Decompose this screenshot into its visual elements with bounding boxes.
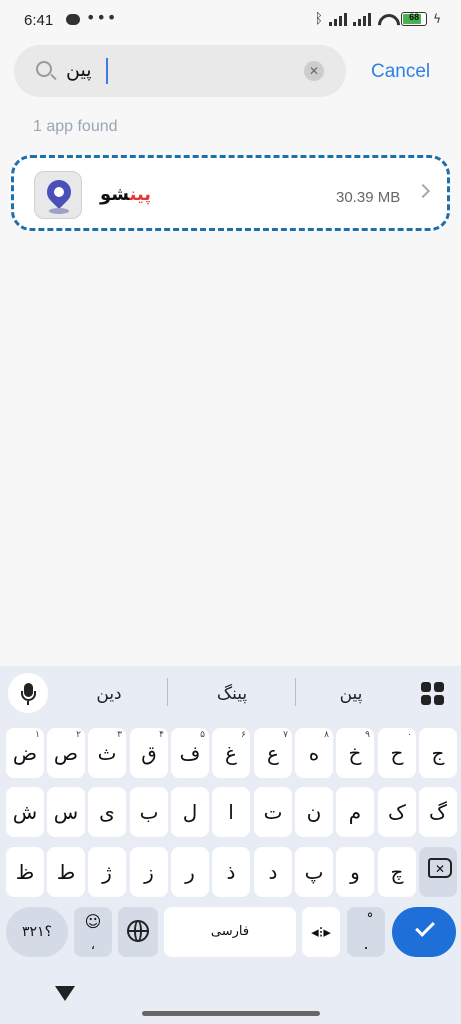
app-size: 30.39 MB <box>336 189 401 206</box>
app-name-highlight: پین <box>129 184 152 205</box>
signal-icon-2 <box>353 12 372 26</box>
battery-level: 68 <box>409 12 420 22</box>
clear-icon[interactable]: ✕ <box>304 61 324 81</box>
key[interactable]: ص۲ <box>47 728 85 778</box>
hide-keyboard-icon[interactable] <box>55 986 75 1001</box>
message-icon <box>66 14 80 25</box>
key[interactable]: ظ <box>6 847 44 897</box>
search-bar[interactable]: پین ✕ <box>14 45 346 97</box>
key[interactable]: م <box>336 787 374 837</box>
key[interactable]: ی <box>88 787 126 837</box>
suggestion-1[interactable]: دین <box>54 684 164 704</box>
key[interactable]: ت <box>254 787 292 837</box>
key[interactable]: ن <box>295 787 333 837</box>
text-cursor <box>106 58 108 84</box>
chevron-right-icon <box>415 183 431 199</box>
key[interactable]: ر <box>171 847 209 897</box>
key[interactable]: ج <box>419 728 457 778</box>
charging-icon: ϟ <box>433 12 441 26</box>
key[interactable]: و <box>336 847 374 897</box>
app-name: پینشو <box>100 184 151 205</box>
app-result-item[interactable]: پینشو 30.39 MB <box>11 155 450 231</box>
enter-button[interactable] <box>392 907 456 957</box>
key[interactable]: ا <box>212 787 250 837</box>
key[interactable]: ل <box>171 787 209 837</box>
backspace-icon <box>428 844 452 894</box>
suggestion-2[interactable]: پینگ <box>177 684 287 704</box>
app-icon <box>34 171 82 219</box>
key[interactable]: ث۳ <box>88 728 126 778</box>
key[interactable]: س <box>47 787 85 837</box>
signal-icon <box>329 12 348 26</box>
bluetooth-icon: ᛒ <box>314 11 324 27</box>
more-notifications-icon: ••• <box>86 8 118 27</box>
globe-icon <box>127 920 149 942</box>
key[interactable]: ژ <box>88 847 126 897</box>
language-key[interactable] <box>118 907 158 957</box>
suggestion-3[interactable]: پین <box>296 684 406 704</box>
key[interactable]: خ۹ <box>336 728 374 778</box>
key[interactable]: ف۵ <box>171 728 209 778</box>
backspace-key[interactable] <box>419 844 457 897</box>
key[interactable]: ض۱ <box>6 728 44 778</box>
battery-icon: 68 <box>401 12 428 26</box>
cancel-button[interactable]: Cancel <box>371 61 430 83</box>
key[interactable]: ط <box>47 847 85 897</box>
keyboard: دین پینگ پین ض۱ ص۲ ث۳ ق۴ ف۵ غ۶ ع۷ ه۸ خ۹ … <box>0 666 461 1024</box>
key[interactable]: ش <box>6 787 44 837</box>
emoji-key[interactable]: ☺ ، <box>74 907 112 957</box>
key[interactable]: ک <box>378 787 416 837</box>
status-time: 6:41 <box>24 12 54 29</box>
period-key[interactable]: ْ. <box>347 907 385 957</box>
key[interactable]: ع۷ <box>254 728 292 778</box>
key[interactable]: ح۰ <box>378 728 416 778</box>
suggestion-bar: دین پینگ پین <box>0 666 461 722</box>
app-name-rest: شو <box>100 184 130 205</box>
key[interactable]: گ <box>419 787 457 837</box>
location-pin-icon <box>42 175 76 209</box>
results-count: 1 app found <box>33 118 118 135</box>
key[interactable]: د <box>254 847 292 897</box>
key[interactable]: ز <box>130 847 168 897</box>
home-indicator[interactable] <box>142 1011 320 1016</box>
key[interactable]: ق۴ <box>130 728 168 778</box>
apps-grid-icon[interactable] <box>421 682 445 706</box>
key[interactable]: ه۸ <box>295 728 333 778</box>
key[interactable]: ذ <box>212 847 250 897</box>
wifi-icon <box>377 12 395 26</box>
space-key[interactable]: فارسی <box>164 907 296 957</box>
key-row-3: ظ ط ژ ز ر ذ د پ و چ <box>0 844 461 897</box>
key[interactable]: پ <box>295 847 333 897</box>
key-row-4: ؟۳۲۱ ☺، فارسی ◂⁝▸ ْ. <box>0 907 461 957</box>
emoji-icon: ☺ <box>84 912 102 931</box>
key-row-2: ش س ی ب ل ا ت ن م ک گ <box>0 787 461 837</box>
checkmark-icon <box>415 917 435 937</box>
key[interactable]: ب <box>130 787 168 837</box>
cursor-key[interactable]: ◂⁝▸ <box>302 907 340 957</box>
search-icon <box>36 61 52 77</box>
key[interactable]: غ۶ <box>212 728 250 778</box>
search-input[interactable]: پین <box>66 59 92 81</box>
status-bar: 6:41 ••• ᛒ 68 ϟ <box>0 0 461 40</box>
key-row-1: ض۱ ص۲ ث۳ ق۴ ف۵ غ۶ ع۷ ه۸ خ۹ ح۰ ج <box>0 728 461 778</box>
microphone-icon[interactable] <box>8 673 48 713</box>
key[interactable]: چ <box>378 847 416 897</box>
symbols-key[interactable]: ؟۳۲۱ <box>6 907 68 957</box>
